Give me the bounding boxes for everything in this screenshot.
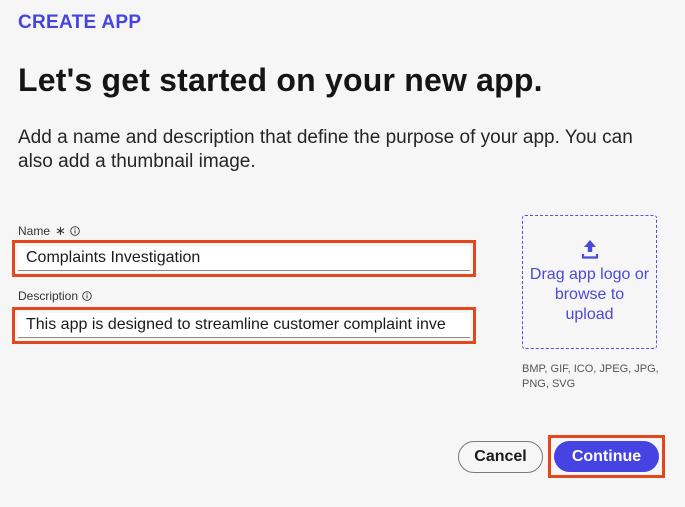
logo-upload-dropzone[interactable]: Drag app logo or browse to upload (522, 215, 657, 349)
name-field-label: Name ∗ (18, 223, 80, 239)
info-icon[interactable] (82, 291, 92, 301)
required-asterisk: ∗ (55, 223, 66, 238)
eyebrow-label: CREATE APP (18, 12, 142, 33)
name-field-highlight (12, 240, 476, 277)
name-input[interactable] (18, 246, 470, 271)
continue-button[interactable]: Continue (554, 441, 659, 472)
page-subtitle: Add a name and description that define t… (18, 127, 633, 172)
upload-icon (581, 240, 598, 259)
info-icon[interactable] (70, 226, 80, 236)
description-field-label: Description (18, 289, 92, 303)
create-app-page: CREATE APP Let's get started on your new… (0, 0, 685, 507)
description-input[interactable] (18, 313, 470, 338)
description-field-highlight (12, 307, 476, 344)
upload-instructions: Drag app logo or browse to upload (529, 266, 650, 323)
supported-formats: BMP, GIF, ICO, JPEG, JPG, PNG, SVG (522, 363, 659, 390)
description-label-text: Description (18, 289, 79, 303)
page-title: Let's get started on your new app. (18, 62, 543, 98)
cancel-button[interactable]: Cancel (458, 441, 543, 473)
name-label-text: Name (18, 224, 51, 238)
continue-button-highlight: Continue (548, 435, 665, 478)
